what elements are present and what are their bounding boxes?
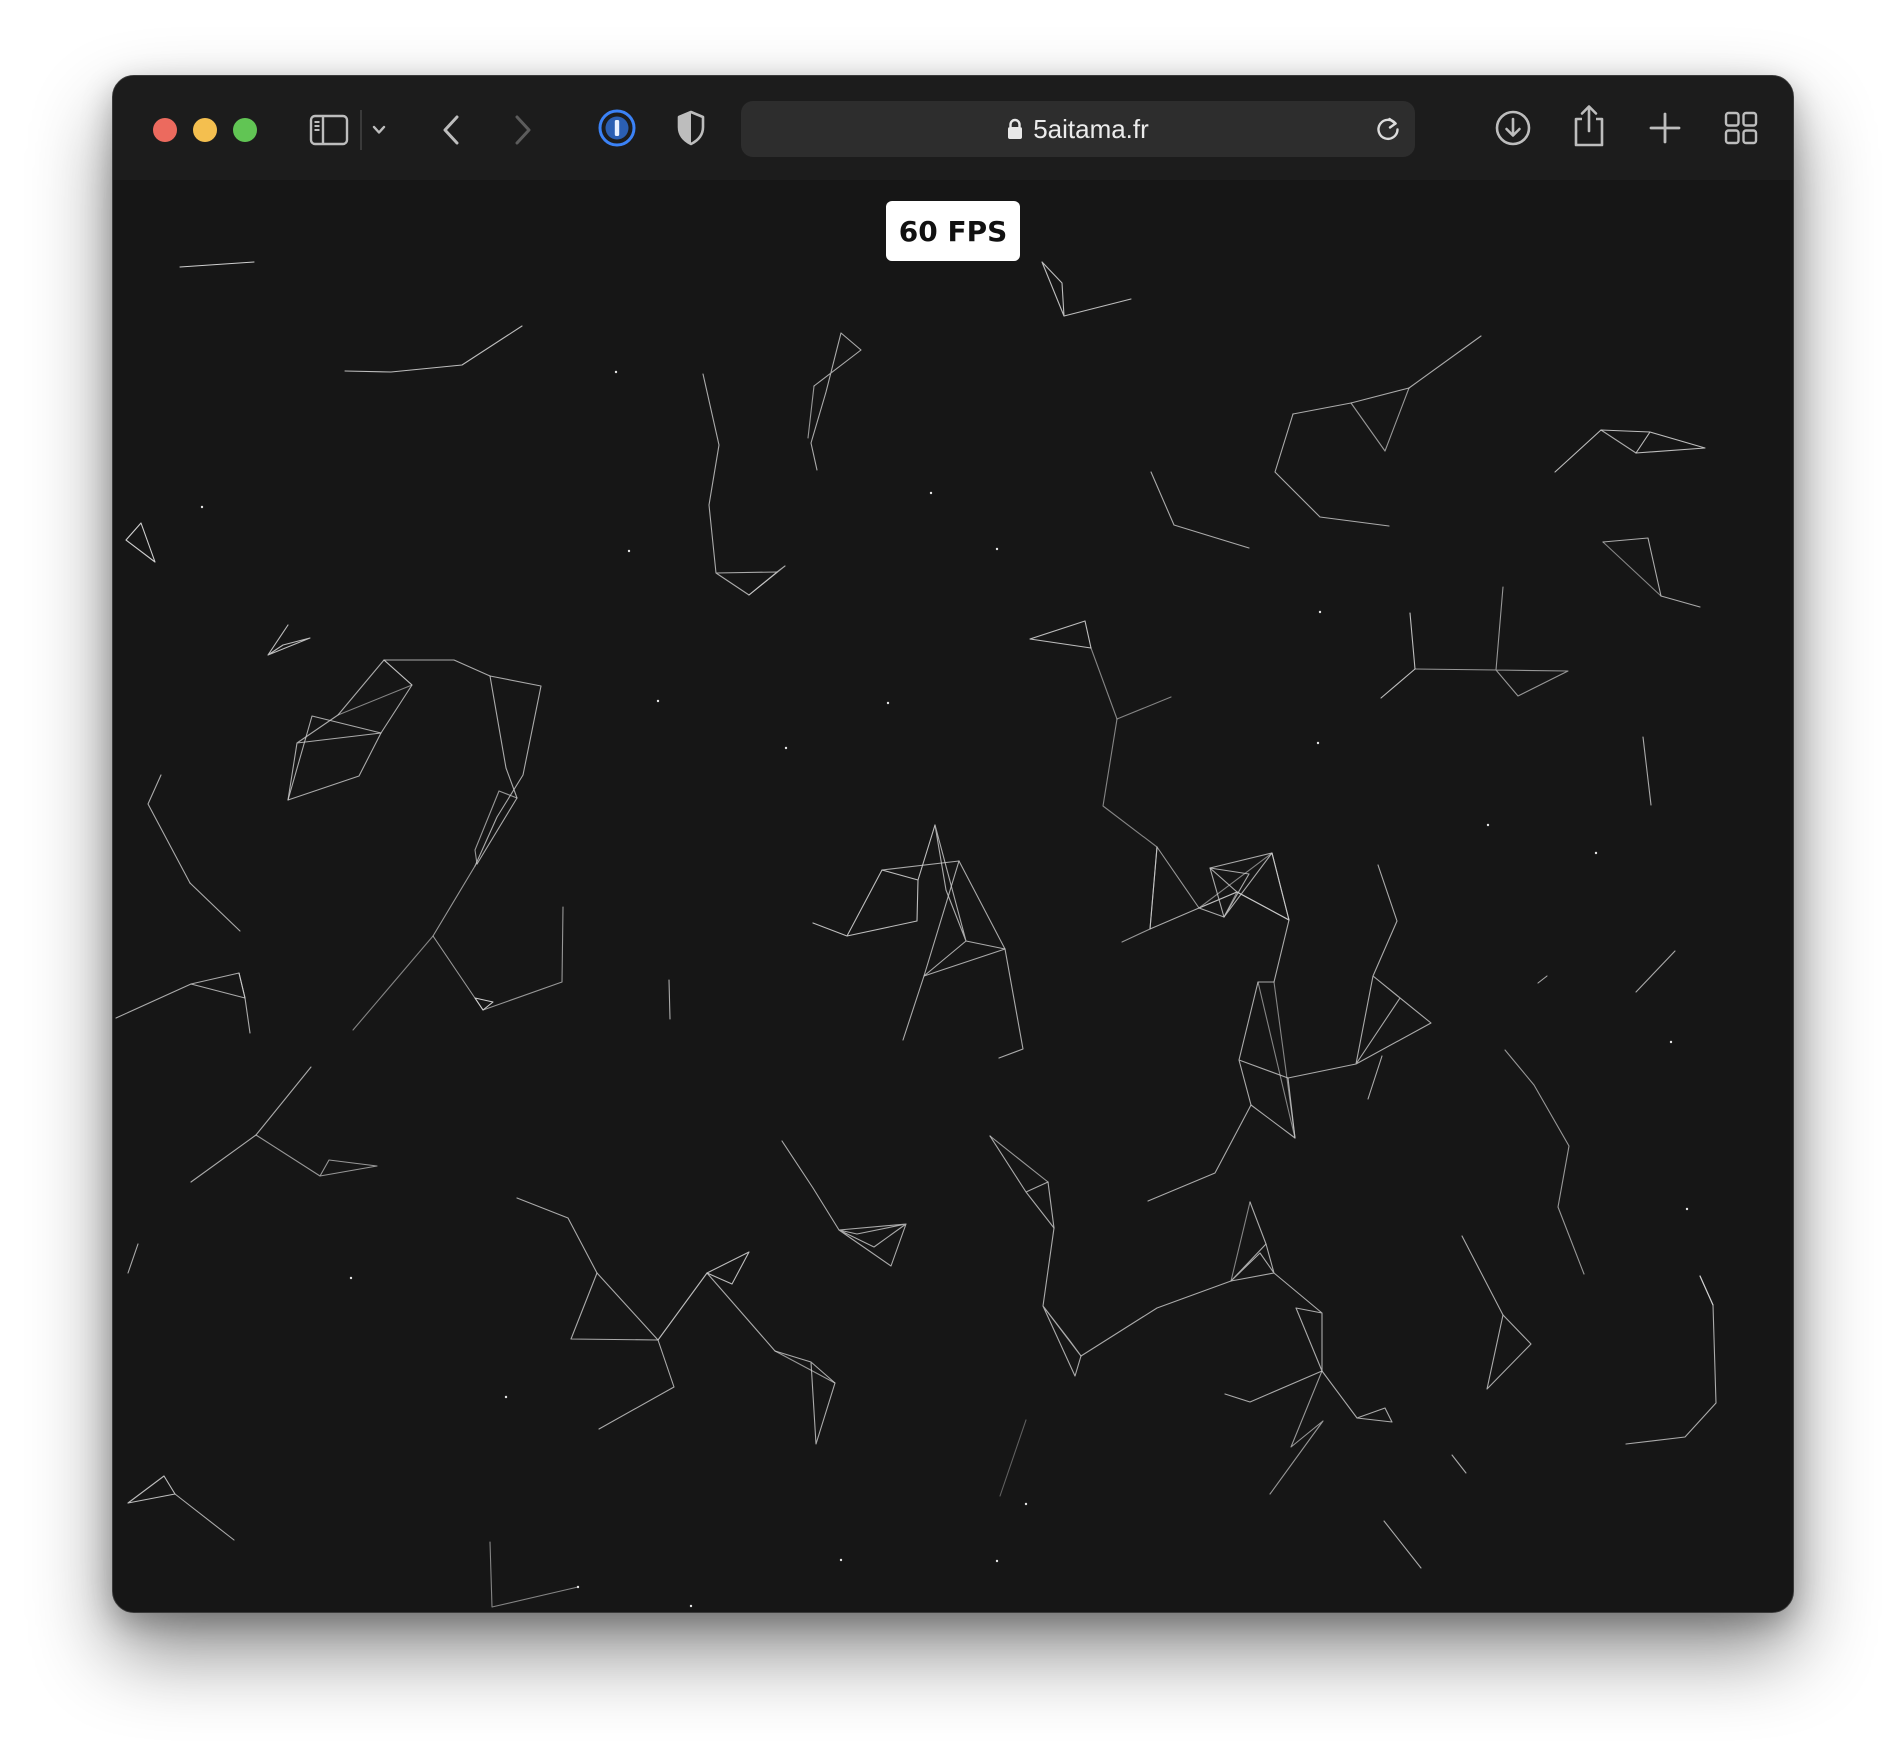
download-icon[interactable] [1491,106,1535,150]
back-arrow-icon[interactable] [433,110,469,150]
reload-icon[interactable] [1373,114,1403,149]
browser-window: 5aitama.fr 60 FPS [112,75,1794,1613]
close-window-button[interactable] [153,118,177,142]
lock-icon [1007,118,1023,140]
minimize-window-button[interactable] [193,118,217,142]
page-content: 60 FPS [113,180,1793,1612]
1password-icon[interactable] [596,107,638,149]
browser-toolbar: 5aitama.fr [113,76,1793,180]
plus-icon[interactable] [1645,108,1685,148]
zoom-window-button[interactable] [233,118,257,142]
particle-network-canvas [115,261,1717,1608]
toolbar-divider [360,110,362,150]
tab-overview-icon[interactable] [1721,108,1761,148]
fps-counter: 60 FPS [886,201,1020,261]
chevron-down-icon[interactable] [367,118,391,142]
forward-arrow-icon[interactable] [505,110,541,150]
address-bar[interactable]: 5aitama.fr [741,101,1415,157]
sidebar-icon[interactable] [307,110,351,150]
shield-icon[interactable] [673,108,709,148]
url-text: 5aitama.fr [1033,113,1149,144]
share-icon[interactable] [1569,102,1609,150]
